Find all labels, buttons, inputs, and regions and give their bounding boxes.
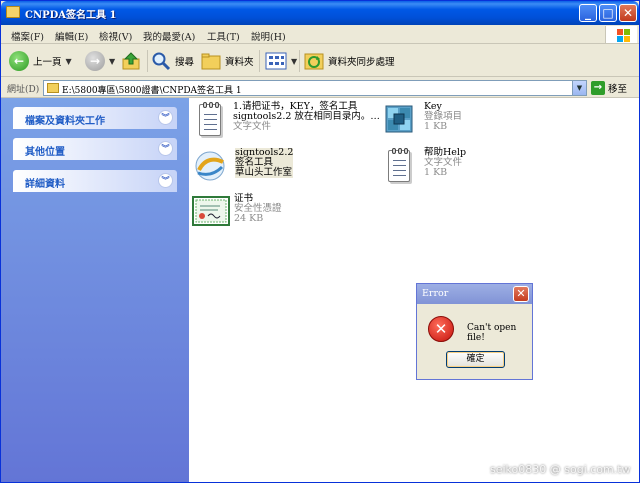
minimize-button[interactable]: _ [579, 4, 597, 22]
address-bar: 網址(D) E:\5800專區\5800證書\CNPDA签名工具 1 ▼ → 移… [1, 78, 639, 98]
toolbar-divider [259, 50, 260, 72]
maximize-button[interactable]: □ [599, 4, 617, 22]
back-arrow-icon: ← [9, 51, 29, 71]
menu-help[interactable]: 說明(H) [251, 29, 286, 43]
task-pane: 檔案及資料夾工作 ︾ 其他位置 ︾ 詳細資料 ︾ [1, 98, 189, 482]
sync-button[interactable]: 資料夾同步處理 [304, 50, 395, 72]
file-item[interactable]: 1.请把证书，KEY，签名工具 signtools2.2 放在相同目录内。… 文… [193, 102, 383, 142]
sync-icon [304, 53, 324, 70]
menu-favorites[interactable]: 我的最愛(A) [143, 29, 195, 43]
toolbar-divider [299, 50, 300, 72]
file-company: 草山头工作室 [235, 167, 293, 178]
address-path: E:\5800專區\5800證書\CNPDA签名工具 1 [62, 86, 242, 96]
chevron-down-icon[interactable]: ︾ [158, 173, 173, 188]
task-group-other-places[interactable]: 其他位置 ︾ [13, 138, 177, 160]
text-file-icon [388, 148, 410, 182]
window-title: CNPDA签名工具 1 [25, 10, 117, 21]
views-dropdown-icon[interactable]: ▼ [291, 57, 297, 66]
task-group-file-tasks[interactable]: 檔案及資料夾工作 ︾ [13, 107, 177, 129]
explorer-window: CNPDA签名工具 1 _ □ ✕ 檔案(F) 編輯(E) 檢視(V) 我的最愛… [0, 0, 640, 483]
up-folder-icon [122, 52, 140, 70]
file-item[interactable]: 证书 安全性憑證 24 KB [192, 194, 302, 234]
views-icon [265, 52, 287, 70]
windows-logo-icon [605, 26, 637, 43]
menu-tools[interactable]: 工具(T) [207, 29, 240, 43]
close-button[interactable]: ✕ [619, 4, 637, 22]
forward-arrow-icon: → [85, 51, 105, 71]
views-button[interactable]: ▼ [265, 50, 297, 72]
dialog-title: Error [422, 288, 449, 299]
menu-view[interactable]: 檢視(V) [99, 29, 132, 43]
task-group-title: 檔案及資料夾工作 [25, 116, 105, 127]
file-type: 文字文件 [233, 121, 272, 132]
search-button[interactable]: 搜尋 [151, 50, 194, 72]
back-button[interactable]: ← 上一頁 ▼ [9, 50, 72, 72]
search-icon [152, 52, 171, 71]
menu-file[interactable]: 檔案(F) [11, 29, 44, 43]
file-size: 24 KB [234, 213, 264, 224]
watermark: seiko0830 @ sogi.com.tw [490, 463, 631, 476]
ok-button[interactable]: 確定 [446, 351, 505, 368]
file-size: 1 KB [424, 121, 448, 132]
task-group-title: 詳細資料 [25, 179, 65, 190]
file-list: 1.请把证书，KEY，签名工具 signtools2.2 放在相同目录内。… 文… [189, 98, 639, 482]
dialog-close-button[interactable]: ✕ [513, 286, 529, 302]
search-label: 搜尋 [175, 57, 195, 68]
sync-label: 資料夾同步處理 [328, 57, 395, 68]
address-input[interactable]: E:\5800專區\5800證書\CNPDA签名工具 1 ▼ [43, 80, 587, 96]
toolbar: ← 上一頁 ▼ → ▼ 搜尋 資料夾 ▼ 資料夾同步處理 [1, 44, 639, 77]
folder-icon [6, 6, 20, 18]
address-dropdown-icon[interactable]: ▼ [572, 81, 586, 95]
back-dropdown-icon[interactable]: ▼ [66, 57, 72, 66]
file-item[interactable]: Key 登錄項目 1 KB [382, 102, 502, 142]
forward-button[interactable]: → ▼ [85, 50, 115, 72]
signtools-icon [195, 151, 225, 181]
go-arrow-icon: → [591, 81, 605, 95]
certificate-icon [192, 196, 230, 226]
folders-icon [201, 53, 221, 70]
folder-icon [47, 83, 59, 93]
file-item[interactable]: 帮助Help 文字文件 1 KB [382, 148, 502, 188]
folders-button[interactable]: 資料夾 [201, 50, 254, 72]
dialog-title-bar[interactable]: Error ✕ [417, 284, 532, 304]
forward-dropdown-icon[interactable]: ▼ [109, 57, 115, 66]
file-size: 1 KB [424, 167, 448, 178]
go-button[interactable]: → 移至 [591, 80, 627, 96]
dialog-message: Can't open file! [467, 323, 517, 343]
task-group-title: 其他位置 [25, 147, 65, 158]
folders-label: 資料夾 [225, 57, 254, 68]
menu-edit[interactable]: 編輯(E) [55, 29, 88, 43]
menu-bar: 檔案(F) 編輯(E) 檢視(V) 我的最愛(A) 工具(T) 說明(H) [1, 25, 639, 44]
registry-icon [385, 105, 413, 133]
address-label: 網址(D) [7, 85, 40, 95]
chevron-down-icon[interactable]: ︾ [158, 110, 173, 125]
up-folder-button[interactable] [121, 50, 141, 72]
text-file-icon [199, 102, 221, 136]
go-label: 移至 [608, 84, 628, 95]
task-group-details[interactable]: 詳細資料 ︾ [13, 170, 177, 192]
toolbar-divider [147, 50, 148, 72]
file-item[interactable]: signtools2.2 签名工具 草山头工作室 [193, 148, 303, 188]
error-icon: ✕ [428, 316, 454, 342]
chevron-down-icon[interactable]: ︾ [158, 141, 173, 156]
error-dialog: Error ✕ ✕ Can't open file! 確定 [416, 283, 533, 380]
back-label: 上一頁 [33, 57, 62, 68]
title-bar[interactable]: CNPDA签名工具 1 _ □ ✕ [1, 1, 639, 25]
